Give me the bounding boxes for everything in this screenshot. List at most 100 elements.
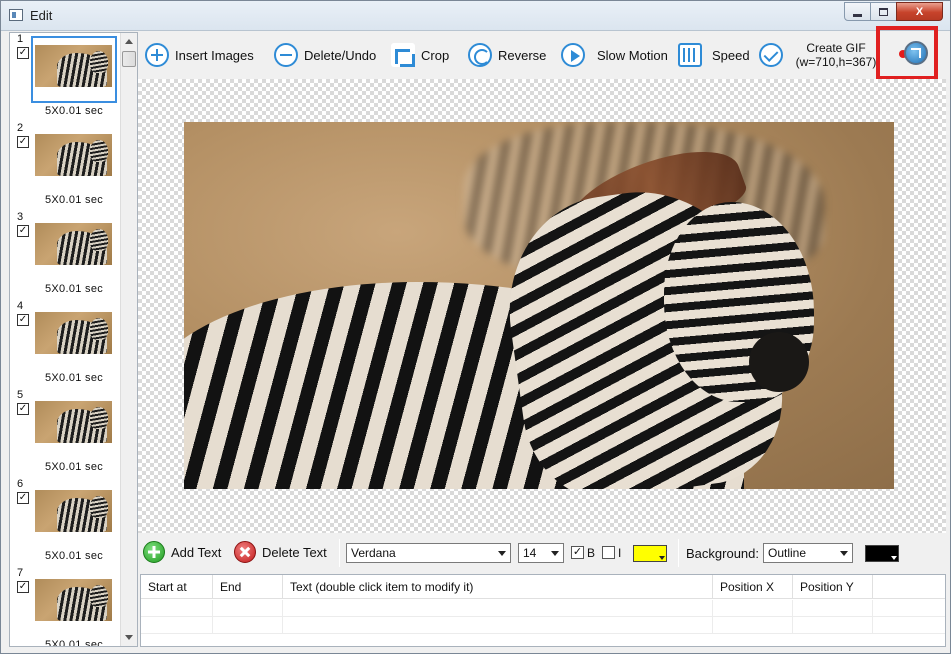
frame-thumbnail[interactable] [35, 45, 112, 87]
thumbnail-zebra-head [90, 229, 108, 251]
frame-checkbox[interactable]: ✓ [17, 225, 29, 237]
frame-item[interactable]: 7 ✓ 5X0.01 sec [12, 567, 120, 647]
scroll-down-icon[interactable] [125, 635, 133, 640]
plus-circle-icon [145, 43, 169, 67]
text-items-table[interactable]: Start at End Text (double click item to … [140, 574, 946, 647]
preview-image [184, 122, 894, 489]
frame-list-scrollbar[interactable] [120, 33, 137, 646]
frame-item[interactable]: 4 ✓ 5X0.01 sec [12, 300, 120, 389]
frame-item[interactable]: 3 ✓ 5X0.01 sec [12, 211, 120, 300]
font-select[interactable]: Verdana [346, 543, 511, 563]
preview-canvas[interactable] [138, 79, 946, 533]
frame-thumbnail[interactable] [35, 223, 112, 265]
frame-item[interactable]: 2 ✓ 5X0.01 sec [12, 122, 120, 211]
insert-images-button[interactable]: Insert Images [145, 41, 254, 69]
delete-icon [234, 541, 256, 563]
text-toolbar: Add Text Delete Text Verdana 14 ✓ B I Ba… [138, 535, 946, 571]
frame-thumbnail[interactable] [35, 579, 112, 621]
reverse-icon [468, 43, 492, 67]
frame-duration: 5X0.01 sec [45, 639, 104, 647]
bold-checkbox[interactable]: ✓ [571, 546, 584, 559]
frame-duration: 5X0.01 sec [45, 461, 104, 473]
italic-label: I [618, 546, 622, 560]
scroll-thumb[interactable] [122, 51, 136, 67]
table-cell [283, 600, 713, 617]
chevron-down-icon [498, 551, 506, 556]
background-color-picker[interactable] [865, 545, 899, 562]
frame-thumbnail[interactable] [35, 490, 112, 532]
font-value: Verdana [351, 546, 396, 560]
thumbnail-zebra-head [90, 407, 108, 429]
frame-checkbox[interactable]: ✓ [17, 314, 29, 326]
create-gif-button[interactable]: Create GIF (w=710,h=367) [794, 41, 878, 69]
table-cell [283, 617, 713, 634]
frame-number: 7 [17, 567, 24, 579]
reverse-label: Reverse [498, 47, 547, 63]
play-icon [561, 43, 585, 67]
chevron-down-icon [840, 551, 848, 556]
frame-thumbnail[interactable] [35, 134, 112, 176]
frame-checkbox[interactable]: ✓ [17, 403, 29, 415]
minimize-button[interactable] [844, 2, 871, 21]
check-circle-icon [759, 43, 783, 67]
zebra-muzzle [749, 332, 809, 392]
app-window-icon [9, 9, 23, 21]
frame-thumbnail[interactable] [35, 312, 112, 354]
frame-number: 5 [17, 389, 24, 401]
pin-button[interactable] [899, 40, 929, 68]
minimize-icon [853, 13, 862, 17]
table-row [141, 617, 945, 634]
frame-number: 6 [17, 478, 24, 490]
frame-checkbox[interactable]: ✓ [17, 581, 29, 593]
column-text[interactable]: Text (double click item to modify it) [283, 575, 713, 599]
scroll-up-icon[interactable] [125, 39, 133, 44]
delete-undo-button[interactable]: Delete/Undo [274, 41, 376, 69]
column-start-at[interactable]: Start at [141, 575, 213, 599]
column-position-x[interactable]: Position X [713, 575, 793, 599]
font-size-select[interactable]: 14 [518, 543, 564, 563]
italic-checkbox[interactable] [602, 546, 615, 559]
frame-checkbox[interactable]: ✓ [17, 492, 29, 504]
close-button[interactable]: X [896, 2, 943, 21]
slow-motion-button[interactable]: Slow Motion [561, 41, 668, 69]
main-toolbar: Insert Images Delete/Undo Crop Reverse S… [138, 32, 946, 78]
text-color-picker[interactable] [633, 545, 667, 562]
column-position-y[interactable]: Position Y [793, 575, 873, 599]
frame-number: 4 [17, 300, 24, 312]
delete-text-label: Delete Text [262, 544, 327, 560]
maximize-button[interactable] [870, 2, 897, 21]
frame-checkbox[interactable]: ✓ [17, 47, 29, 59]
table-cell [713, 600, 793, 617]
thumbnail-zebra-head [90, 496, 108, 518]
crop-button[interactable]: Crop [391, 41, 449, 69]
table-cell [141, 617, 213, 634]
delete-text-button[interactable]: Delete Text [234, 541, 327, 563]
reverse-button[interactable]: Reverse [468, 41, 546, 69]
frame-item[interactable]: 1 ✓ 5X0.01 sec [12, 33, 120, 122]
add-icon [143, 541, 165, 563]
speed-label: Speed [712, 47, 750, 63]
background-label: Background: [686, 546, 759, 561]
background-select[interactable]: Outline [763, 543, 853, 563]
frame-checkbox[interactable]: ✓ [17, 136, 29, 148]
frame-number: 1 [17, 33, 24, 45]
thumbnail-zebra-head [90, 140, 108, 162]
column-end[interactable]: End [213, 575, 283, 599]
table-cell [793, 600, 873, 617]
minus-circle-icon [274, 43, 298, 67]
create-gif-label: Create GIF [806, 41, 866, 55]
table-row [141, 600, 945, 617]
chevron-down-icon [891, 556, 897, 560]
speed-button[interactable]: Speed [678, 41, 750, 69]
add-text-button[interactable]: Add Text [143, 541, 221, 563]
frame-item[interactable]: 6 ✓ 5X0.01 sec [12, 478, 120, 567]
frame-duration: 5X0.01 sec [45, 283, 104, 295]
frame-item[interactable]: 5 ✓ 5X0.01 sec [12, 389, 120, 478]
frame-thumbnail[interactable] [35, 401, 112, 443]
bold-label: B [587, 546, 596, 560]
create-gif-check-button[interactable] [759, 41, 783, 69]
maximize-icon [879, 7, 888, 16]
table-cell [713, 617, 793, 634]
frame-list[interactable]: 1 ✓ 5X0.01 sec 2 ✓ 5X0.01 sec 3 ✓ 5X0.01 sec 4 ✓ 5X… [9, 32, 138, 647]
background-value: Outline [768, 546, 807, 560]
